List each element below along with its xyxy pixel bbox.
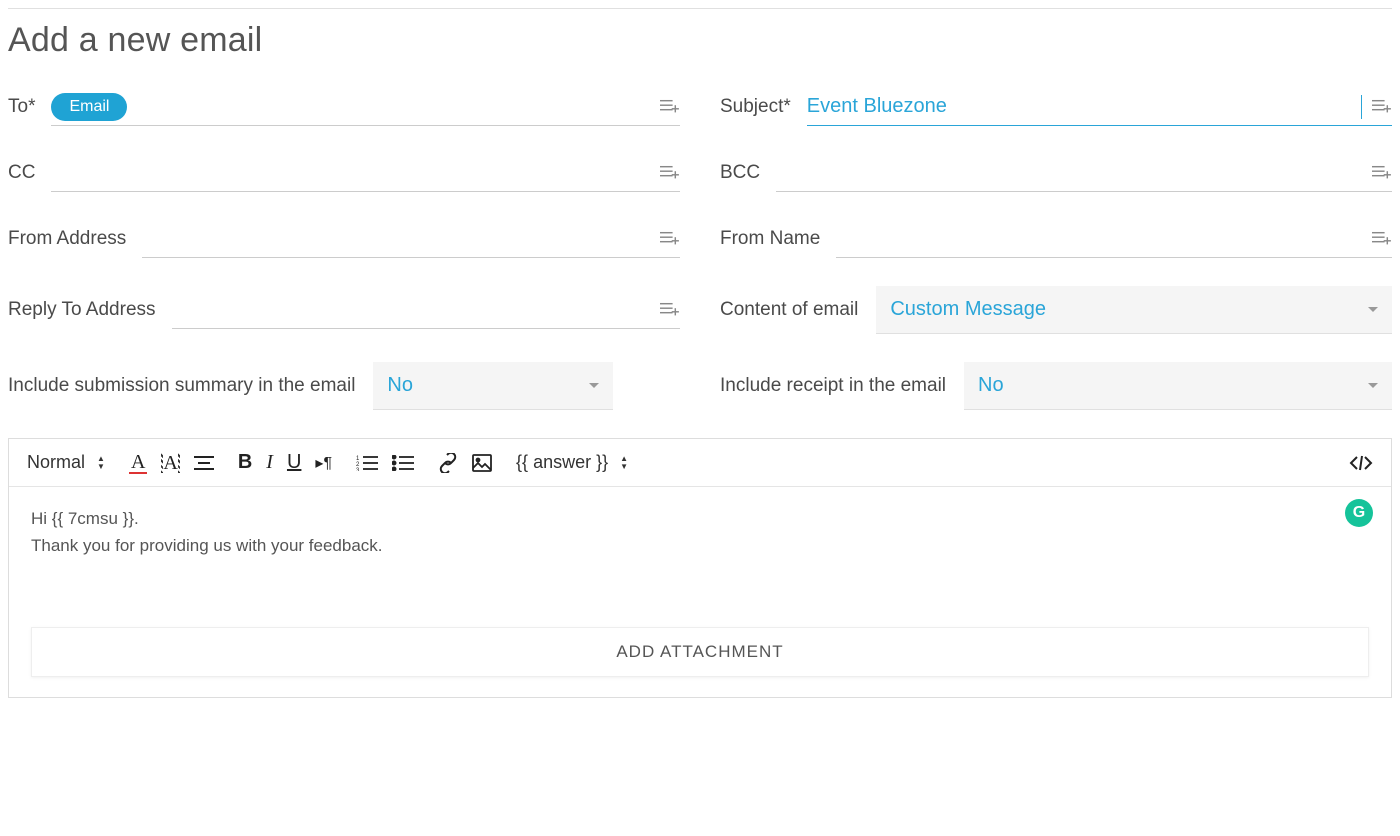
include-summary-select[interactable]: No — [373, 362, 613, 410]
content-of-email-field: Content of email Custom Message — [720, 286, 1392, 334]
from-name-input-wrap[interactable] — [836, 220, 1392, 258]
from-name-field: From Name — [720, 220, 1392, 258]
subject-label: Subject* — [720, 96, 791, 118]
bold-icon[interactable]: B — [238, 451, 252, 474]
underline-icon[interactable]: U — [287, 451, 301, 474]
from-name-label: From Name — [720, 228, 820, 250]
link-icon[interactable] — [438, 453, 458, 473]
from-name-input[interactable] — [836, 223, 1362, 254]
insert-field-icon[interactable] — [1370, 97, 1392, 117]
bcc-field: BCC — [720, 154, 1392, 192]
insert-field-icon[interactable] — [658, 300, 680, 320]
subject-field: Subject* — [720, 88, 1392, 126]
include-receipt-select[interactable]: No — [964, 362, 1392, 410]
reply-to-input[interactable] — [172, 294, 650, 325]
from-address-input[interactable] — [142, 223, 650, 254]
from-address-label: From Address — [8, 228, 126, 250]
bcc-label: BCC — [720, 162, 760, 184]
to-input[interactable] — [135, 91, 650, 122]
text-highlight-icon[interactable]: A — [161, 453, 179, 473]
insert-field-icon[interactable] — [658, 229, 680, 249]
from-address-input-wrap[interactable] — [142, 220, 680, 258]
subject-input[interactable] — [807, 91, 1362, 122]
insert-field-icon[interactable] — [658, 97, 680, 117]
editor-content[interactable]: Hi {{ 7cmsu }}. Thank you for providing … — [9, 487, 1391, 607]
svg-text:3: 3 — [356, 468, 360, 471]
subject-input-wrap[interactable] — [807, 88, 1392, 126]
from-address-field: From Address — [8, 220, 680, 258]
to-label: To* — [8, 96, 35, 118]
reply-to-label: Reply To Address — [8, 299, 156, 321]
cc-label: CC — [8, 162, 35, 184]
editor-line: Thank you for providing us with your fee… — [31, 532, 1369, 559]
ordered-list-icon[interactable]: 123 — [356, 455, 378, 471]
to-input-wrap[interactable]: Email — [51, 88, 680, 126]
include-receipt-label: Include receipt in the email — [720, 375, 946, 397]
text-color-icon[interactable]: A — [129, 452, 147, 474]
text-direction-icon[interactable]: ▸¶ — [315, 453, 332, 473]
to-chip-email[interactable]: Email — [51, 93, 127, 121]
content-of-email-label: Content of email — [720, 299, 858, 321]
code-view-icon[interactable] — [1349, 455, 1373, 471]
image-icon[interactable] — [472, 454, 492, 472]
bcc-input-wrap[interactable] — [776, 154, 1392, 192]
include-summary-label: Include submission summary in the email — [8, 375, 355, 397]
chevron-down-icon — [589, 383, 599, 388]
to-field: To* Email — [8, 88, 680, 126]
sort-icon: ▲▼ — [97, 455, 105, 471]
insert-field-icon[interactable] — [658, 163, 680, 183]
page-title: Add a new email — [8, 21, 1392, 60]
include-receipt-value: No — [978, 374, 1004, 397]
chevron-down-icon — [1368, 383, 1378, 388]
add-attachment-button[interactable]: ADD ATTACHMENT — [31, 627, 1369, 677]
unordered-list-icon[interactable] — [392, 455, 414, 471]
rich-text-editor: Normal ▲▼ A A B I U ▸¶ 123 — [8, 438, 1392, 698]
text-cursor — [1361, 95, 1362, 119]
format-select[interactable]: Normal ▲▼ — [27, 452, 105, 473]
insert-field-icon[interactable] — [1370, 229, 1392, 249]
include-receipt-field: Include receipt in the email No — [720, 362, 1392, 410]
include-summary-value: No — [387, 374, 413, 397]
answer-token-select[interactable]: {{ answer }} ▲▼ — [516, 452, 628, 473]
cc-input[interactable] — [51, 157, 650, 188]
italic-icon[interactable]: I — [266, 451, 273, 474]
editor-toolbar: Normal ▲▼ A A B I U ▸¶ 123 — [9, 439, 1391, 487]
insert-field-icon[interactable] — [1370, 163, 1392, 183]
reply-to-input-wrap[interactable] — [172, 291, 680, 329]
include-summary-field: Include submission summary in the email … — [8, 362, 680, 410]
reply-to-field: Reply To Address — [8, 286, 680, 334]
answer-token-label: {{ answer }} — [516, 452, 608, 473]
content-of-email-select[interactable]: Custom Message — [876, 286, 1392, 334]
content-of-email-value: Custom Message — [890, 298, 1046, 321]
grammarly-icon[interactable]: G — [1345, 499, 1373, 527]
chevron-down-icon — [1368, 307, 1378, 312]
sort-icon: ▲▼ — [620, 455, 628, 471]
cc-field: CC — [8, 154, 680, 192]
editor-line: Hi {{ 7cmsu }}. — [31, 505, 1369, 532]
bcc-input[interactable] — [776, 157, 1362, 188]
cc-input-wrap[interactable] — [51, 154, 680, 192]
align-icon[interactable] — [194, 455, 214, 471]
format-select-label: Normal — [27, 452, 85, 473]
